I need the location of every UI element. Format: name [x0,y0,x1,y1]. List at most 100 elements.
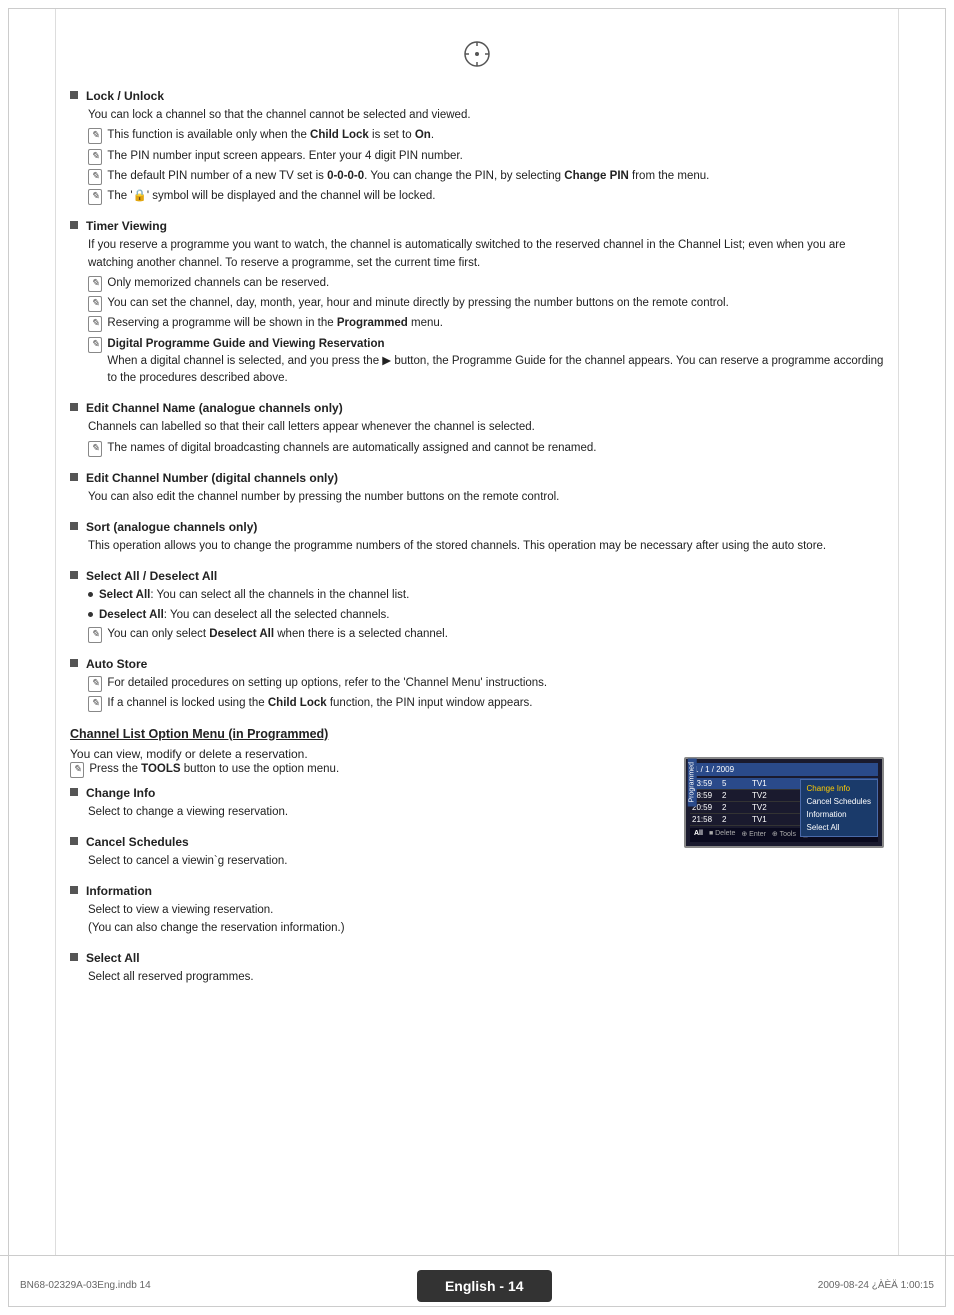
section-edit-channel-number-body: You can also edit the channel number by … [88,489,884,506]
section-select-deselect-title: Select All / Deselect All [86,569,217,583]
note-item: ✎ Reserving a programme will be shown in… [88,315,884,332]
tv-label-all: All [694,830,703,840]
programmed-label: Programmed [688,758,697,806]
section-edit-channel-name: Edit Channel Name (analogue channels onl… [70,401,884,457]
note-text: Press the TOOLS button to use the option… [89,761,339,778]
select-all-body: Select all reserved programmes. [88,969,664,986]
section-timer-viewing-title: Timer Viewing [86,219,167,233]
section-channel-list-option: Channel List Option Menu (in Programmed)… [70,727,884,1001]
channel-list-header: Channel List Option Menu (in Programmed) [70,727,884,741]
note-item: ✎ Only memorized channels can be reserve… [88,275,884,292]
tv-label-delete: ■ Delete [709,830,735,840]
bullet-dot-item: Deselect All: You can deselect all the s… [88,607,884,624]
tv-menu-item-select-all: Select All [807,821,871,834]
bullet-icon [70,659,78,667]
footer-left: BN68-02329A-03Eng.indb 14 [20,1280,151,1291]
section-edit-channel-number-title: Edit Channel Number (digital channels on… [86,471,338,485]
note-icon: ✎ [88,169,102,185]
cancel-schedules-body: Select to cancel a viewin`g reservation. [88,853,664,870]
bullet-icon [70,837,78,845]
bullet-icon [70,522,78,530]
information-title: Information [86,884,152,898]
note-icon: ✎ [88,276,102,292]
section-edit-channel-name-body: Channels can labelled so that their call… [88,419,884,436]
note-text: You can only select Deselect All when th… [107,626,448,643]
note-item: ✎ If a channel is locked using the Child… [88,695,884,712]
footer-page-label: English - 14 [417,1270,552,1302]
note-icon: ✎ [88,296,102,312]
cancel-schedules-title: Cancel Schedules [86,835,189,849]
bullet-icon [70,788,78,796]
tv-header: 1 / 1 / 2009 [690,763,878,776]
section-select-deselect: Select All / Deselect All Select All: Yo… [70,569,884,643]
note-text: The default PIN number of a new TV set i… [107,168,709,185]
tv-ch-num: 2 [722,791,752,800]
section-edit-channel-number: Edit Channel Number (digital channels on… [70,471,884,506]
note-text: This function is available only when the… [107,127,434,144]
section-auto-store-title: Auto Store [86,657,147,671]
bullet-icon [70,886,78,894]
channel-list-intro: You can view, modify or delete a reserva… [70,747,664,761]
note-text: If a channel is locked using the Child L… [107,695,532,712]
note-icon: ✎ [70,762,84,778]
change-info-body: Select to change a viewing reservation. [88,804,664,821]
note-icon: ✎ [88,128,102,144]
footer: BN68-02329A-03Eng.indb 14 English - 14 2… [0,1255,954,1315]
bullet-icon [70,91,78,99]
note-text: Digital Programme Guide and Viewing Rese… [107,336,884,388]
note-icon: ✎ [88,189,102,205]
change-info-title: Change Info [86,786,155,800]
note-item: ✎ The PIN number input screen appears. E… [88,148,884,165]
tv-label-enter: ⊕ Enter [741,830,766,840]
note-icon: ✎ [88,441,102,457]
section-lock-unlock-body: You can lock a channel so that the chann… [88,107,884,124]
section-auto-store: Auto Store ✎ For detailed procedures on … [70,657,884,713]
note-text: The PIN number input screen appears. Ent… [107,148,462,165]
note-item: ✎ The names of digital broadcasting chan… [88,440,884,457]
note-icon: ✎ [88,676,102,692]
note-text: Reserving a programme will be shown in t… [107,315,443,332]
dot-icon [88,592,93,597]
information-body: Select to view a viewing reservation.(Yo… [88,902,664,937]
note-item: ✎ You can only select Deselect All when … [88,626,884,643]
tv-screen-image: Programmed 1 / 1 / 2009 13:59 5 TV1 ○ 18… [684,757,884,848]
tv-ch-num: 2 [722,803,752,812]
subsection-select-all: Select All Select all reserved programme… [70,951,664,986]
bullet-icon [70,953,78,961]
tv-ch-num: 5 [722,779,752,788]
section-sort-title: Sort (analogue channels only) [86,520,257,534]
select-all-text: Select All: You can select all the chann… [99,587,409,604]
note-item: ✎ The '🔒' symbol will be displayed and t… [88,188,884,205]
note-text: You can set the channel, day, month, yea… [107,295,728,312]
bullet-icon [70,221,78,229]
channel-list-text: You can view, modify or delete a reserva… [70,747,664,1001]
dot-icon [88,612,93,617]
tv-context-menu: Change Info Cancel Schedules Information… [800,779,878,837]
tv-menu-item-cancel-schedules: Cancel Schedules [807,795,871,808]
tv-ch-num: 2 [722,815,752,824]
note-icon: ✎ [88,316,102,332]
section-lock-unlock: Lock / Unlock You can lock a channel so … [70,89,884,205]
note-text: The '🔒' symbol will be displayed and the… [107,188,435,205]
note-item: ✎ Press the TOOLS button to use the opti… [70,761,664,778]
deselect-all-text: Deselect All: You can deselect all the s… [99,607,389,624]
note-item: ✎ You can set the channel, day, month, y… [88,295,884,312]
note-icon: ✎ [88,149,102,165]
bullet-dot-item: Select All: You can select all the chann… [88,587,884,604]
note-item: ✎ The default PIN number of a new TV set… [88,168,884,185]
bullet-icon [70,571,78,579]
note-text: For detailed procedures on setting up op… [107,675,547,692]
note-icon: ✎ [88,696,102,712]
page-content: Lock / Unlock You can lock a channel so … [0,0,954,1094]
note-icon: ✎ [88,627,102,643]
section-sort-body: This operation allows you to change the … [88,538,884,555]
tv-menu-item-information: Information [807,808,871,821]
select-all-title: Select All [86,951,140,965]
note-item: ✎ For detailed procedures on setting up … [88,675,884,692]
subsection-change-info: Change Info Select to change a viewing r… [70,786,664,821]
note-item: ✎ Digital Programme Guide and Viewing Re… [88,336,884,388]
footer-right: 2009-08-24 ¿ÀÈÄ 1:00:15 [818,1280,934,1291]
section-timer-viewing-body: If you reserve a programme you want to w… [88,237,884,272]
section-edit-channel-name-title: Edit Channel Name (analogue channels onl… [86,401,343,415]
section-timer-viewing: Timer Viewing If you reserve a programme… [70,219,884,387]
